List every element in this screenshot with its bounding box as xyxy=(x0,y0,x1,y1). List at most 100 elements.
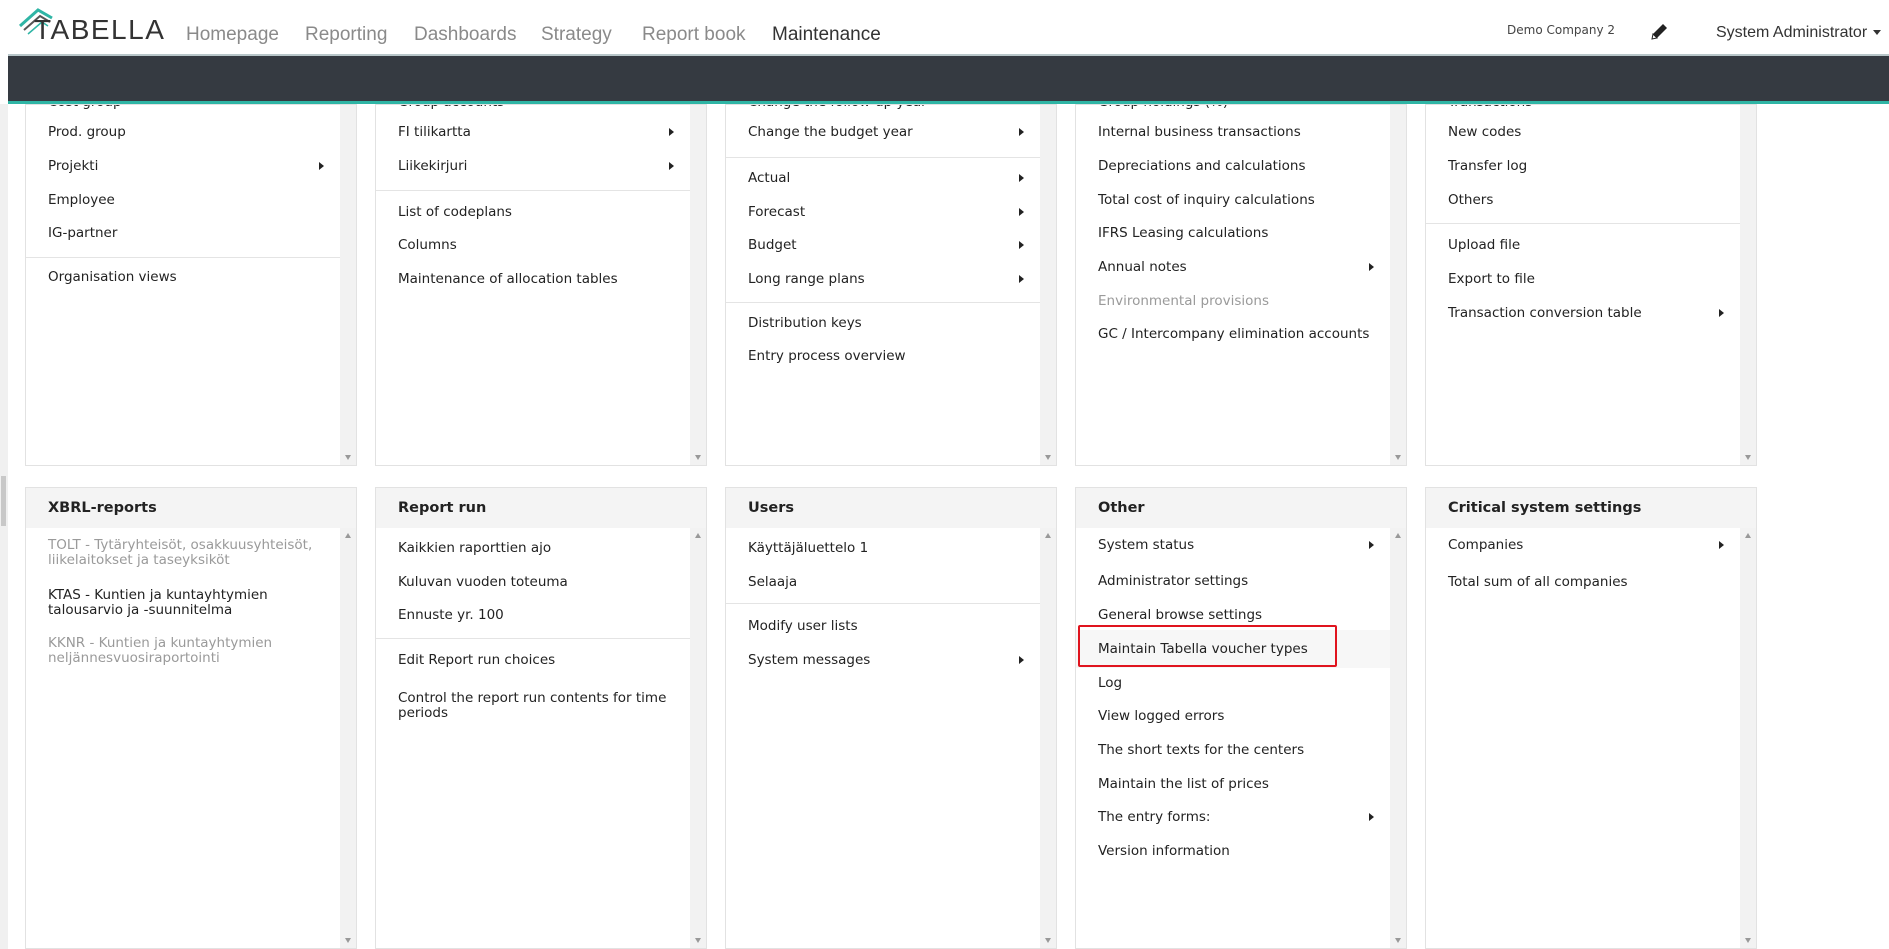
menu-item-budget[interactable]: Budget xyxy=(748,238,1024,253)
menu-item-internal-business-transactions[interactable]: Internal business transactions xyxy=(1098,125,1388,140)
menu-item-edit-report-run-choices[interactable]: Edit Report run choices xyxy=(398,653,688,668)
menu-item-kuluvan-vuoden-toteuma[interactable]: Kuluvan vuoden toteuma xyxy=(398,575,688,590)
menu-item-maintenance-of-allocation-tables[interactable]: Maintenance of allocation tables xyxy=(398,272,688,287)
menu-item-label: Modify user lists xyxy=(748,618,858,634)
menu-item-organisation-views[interactable]: Organisation views xyxy=(48,270,338,285)
panel-scrollbar[interactable] xyxy=(690,105,706,465)
scroll-down-icon[interactable] xyxy=(695,455,701,460)
menu-item-distribution-keys[interactable]: Distribution keys xyxy=(748,316,1038,331)
scroll-up-icon[interactable] xyxy=(1395,533,1401,538)
scroll-up-icon[interactable] xyxy=(1045,533,1051,538)
menu-item-liikekirjuri[interactable]: Liikekirjuri xyxy=(398,159,674,174)
scroll-down-icon[interactable] xyxy=(345,938,351,943)
menu-item-gc-intercompany-elimination-accounts[interactable]: GC / Intercompany elimination accounts xyxy=(1098,327,1388,342)
menu-item-annual-notes[interactable]: Annual notes xyxy=(1098,260,1374,275)
menu-item-administrator-settings[interactable]: Administrator settings xyxy=(1098,574,1388,589)
menu-item-label: Cost group xyxy=(48,105,122,110)
menu-item-prod-group[interactable]: Prod. group xyxy=(48,125,338,140)
panel-scrollbar[interactable] xyxy=(1390,105,1406,465)
top-navigation-bar: TABELLA Homepage Reporting Dashboards St… xyxy=(0,0,1889,54)
menu-item-selaaja[interactable]: Selaaja xyxy=(748,575,1038,590)
menu-item-change-the-follow-up-year[interactable]: Change the follow-up year xyxy=(748,105,1038,110)
menu-item-kaikkien-raporttien-ajo[interactable]: Kaikkien raporttien ajo xyxy=(398,541,688,556)
nav-homepage[interactable]: Homepage xyxy=(186,24,279,46)
scroll-down-icon[interactable] xyxy=(1395,938,1401,943)
menu-item-version-information[interactable]: Version information xyxy=(1098,844,1388,859)
menu-item-modify-user-lists[interactable]: Modify user lists xyxy=(748,619,1038,634)
menu-item-view-logged-errors[interactable]: View logged errors xyxy=(1098,709,1388,724)
scroll-up-icon[interactable] xyxy=(695,533,701,538)
nav-reporting[interactable]: Reporting xyxy=(305,24,387,46)
scroll-down-icon[interactable] xyxy=(1745,455,1751,460)
panel-scrollbar[interactable] xyxy=(340,528,356,948)
menu-item-total-sum-of-all-companies[interactable]: Total sum of all companies xyxy=(1448,575,1738,590)
menu-item-new-codes[interactable]: New codes xyxy=(1448,125,1738,140)
nav-strategy[interactable]: Strategy xyxy=(541,24,612,46)
panel-scrollbar[interactable] xyxy=(1740,528,1756,948)
menu-item-group-holdings[interactable]: Group holdings (%) xyxy=(1098,105,1388,110)
scroll-down-icon[interactable] xyxy=(1045,938,1051,943)
menu-item-transactions[interactable]: Transactions xyxy=(1448,105,1738,110)
menu-item-fi-tilikartta[interactable]: FI tilikartta xyxy=(398,125,674,140)
menu-item-ig-partner[interactable]: IG-partner xyxy=(48,226,338,241)
menu-item-group-accounts[interactable]: Group accounts xyxy=(398,105,688,110)
menu-item-columns[interactable]: Columns xyxy=(398,238,688,253)
menu-item-depreciations-and-calculations[interactable]: Depreciations and calculations xyxy=(1098,159,1388,174)
menu-item-general-browse-settings[interactable]: General browse settings xyxy=(1098,608,1388,623)
nav-dashboards[interactable]: Dashboards xyxy=(414,24,516,46)
nav-report-book[interactable]: Report book xyxy=(642,24,746,46)
menu-item-system-messages[interactable]: System messages xyxy=(748,653,1024,668)
panel-scrollbar[interactable] xyxy=(1390,528,1406,948)
menu-item-the-entry-forms[interactable]: The entry forms: xyxy=(1098,810,1374,825)
menu-item-projekti[interactable]: Projekti xyxy=(48,159,324,174)
menu-item-control-the-report-run-contents-for-time-periods[interactable]: Control the report run contents for time… xyxy=(398,691,688,721)
menu-item-entry-process-overview[interactable]: Entry process overview xyxy=(748,349,1038,364)
scroll-down-icon[interactable] xyxy=(1045,455,1051,460)
pencil-edit-icon[interactable] xyxy=(1648,21,1670,43)
menu-item-ennuste-yr-100[interactable]: Ennuste yr. 100 xyxy=(398,608,688,623)
panel-scrollbar[interactable] xyxy=(1740,105,1756,465)
menu-item-environmental-provisions[interactable]: Environmental provisions xyxy=(1098,294,1388,309)
menu-item-change-the-budget-year[interactable]: Change the budget year xyxy=(748,125,1024,140)
scroll-down-icon[interactable] xyxy=(345,455,351,460)
menu-item-total-cost-of-inquiry-calculations[interactable]: Total cost of inquiry calculations xyxy=(1098,193,1388,208)
menu-item-forecast[interactable]: Forecast xyxy=(748,205,1024,220)
menu-item-maintain-the-list-of-prices[interactable]: Maintain the list of prices xyxy=(1098,777,1388,792)
menu-item-export-to-file[interactable]: Export to file xyxy=(1448,272,1738,287)
menu-item-tolt-tyt-ryhteis-t-osakkuusyhteis-t-liikelaitokset-ja-taseyksik-t[interactable]: TOLT - Tytäryhteisöt, osakkuusyhteisöt, … xyxy=(48,538,338,568)
menu-item-kknr-kuntien-ja-kuntayhtymien-nelj-nnesvuosiraportointi[interactable]: KKNR - Kuntien ja kuntayhtymien neljänne… xyxy=(48,636,338,666)
user-menu[interactable]: System Administrator xyxy=(1716,24,1882,42)
menu-item-system-status[interactable]: System status xyxy=(1098,538,1374,553)
menu-item-actual[interactable]: Actual xyxy=(748,171,1024,186)
page-scrollbar[interactable] xyxy=(0,104,8,949)
menu-item-cost-group[interactable]: Cost group xyxy=(48,105,338,110)
menu-item-others[interactable]: Others xyxy=(1448,193,1738,208)
company-selector[interactable]: Demo Company 2 xyxy=(1507,23,1615,37)
scroll-up-icon[interactable] xyxy=(1745,533,1751,538)
menu-item-ifrs-leasing-calculations[interactable]: IFRS Leasing calculations xyxy=(1098,226,1388,241)
menu-item-ktas-kuntien-ja-kuntayhtymien-talousarvio-ja-suunnitelma[interactable]: KTAS - Kuntien ja kuntayhtymien talousar… xyxy=(48,588,338,618)
nav-maintenance[interactable]: Maintenance xyxy=(772,24,881,46)
menu-item-log[interactable]: Log xyxy=(1098,676,1388,691)
panel-scrollbar[interactable] xyxy=(340,105,356,465)
scroll-down-icon[interactable] xyxy=(1395,455,1401,460)
menu-item-maintain-tabella-voucher-types[interactable]: Maintain Tabella voucher types xyxy=(1098,642,1388,657)
menu-item-the-short-texts-for-the-centers[interactable]: The short texts for the centers xyxy=(1098,743,1388,758)
panel-scrollbar[interactable] xyxy=(1040,528,1056,948)
scroll-up-icon[interactable] xyxy=(345,533,351,538)
menu-item-label: System messages xyxy=(748,652,871,668)
menu-item-companies[interactable]: Companies xyxy=(1448,538,1724,553)
menu-item-transfer-log[interactable]: Transfer log xyxy=(1448,159,1738,174)
panel-scrollbar[interactable] xyxy=(1040,105,1056,465)
menu-item-upload-file[interactable]: Upload file xyxy=(1448,238,1738,253)
menu-item-transaction-conversion-table[interactable]: Transaction conversion table xyxy=(1448,306,1724,321)
menu-item-long-range-plans[interactable]: Long range plans xyxy=(748,272,1024,287)
panel-5: Transactions New codes Transfer log Others U… xyxy=(1425,104,1757,466)
menu-item-employee[interactable]: Employee xyxy=(48,193,338,208)
panel-scrollbar[interactable] xyxy=(690,528,706,948)
scrollbar-thumb[interactable] xyxy=(1,476,6,526)
scroll-down-icon[interactable] xyxy=(695,938,701,943)
menu-item-k-ytt-j-luettelo-1[interactable]: Käyttäjäluettelo 1 xyxy=(748,541,1038,556)
menu-item-list-of-codeplans[interactable]: List of codeplans xyxy=(398,205,688,220)
scroll-down-icon[interactable] xyxy=(1745,938,1751,943)
